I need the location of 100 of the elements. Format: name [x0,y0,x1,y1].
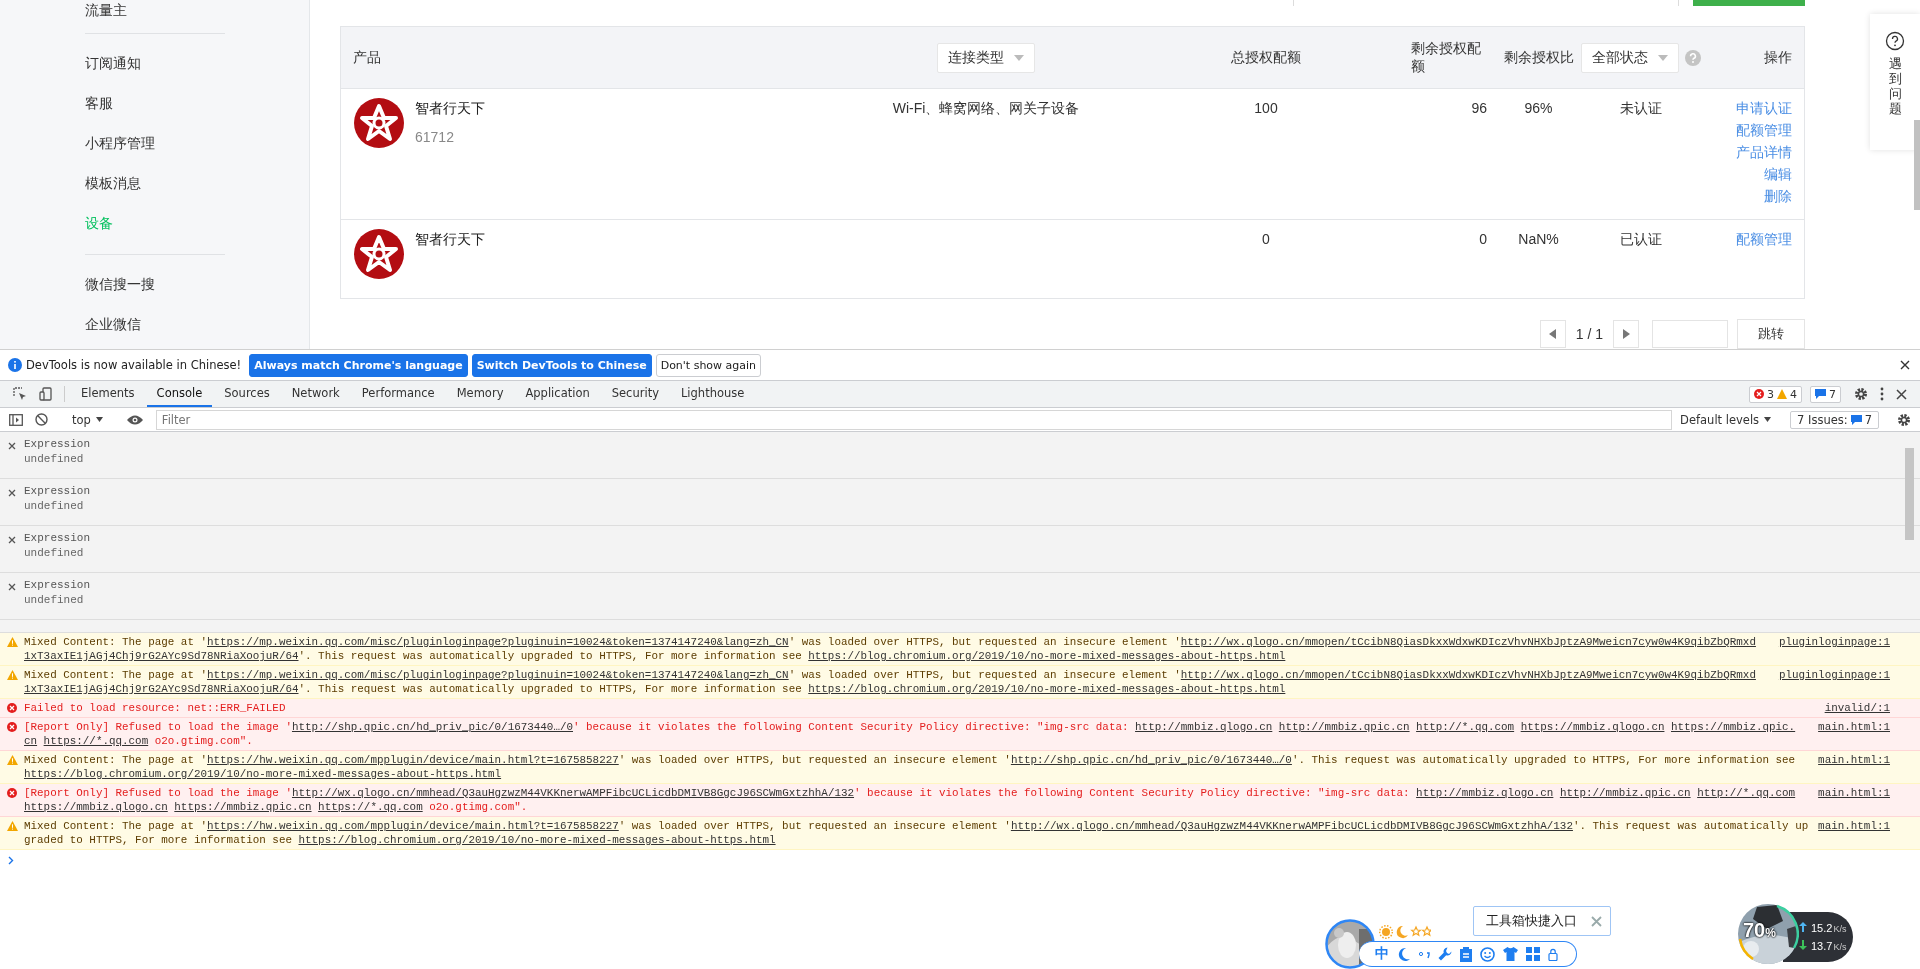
sidebar-toggle-icon[interactable] [9,413,23,426]
sidebar-item[interactable]: 微信搜一搜 [85,264,155,304]
source-link[interactable]: main.html:1 [1818,753,1890,767]
url-link[interactable]: https://blog.chromium.org/2019/10/no-more-mixed-messages-about-https.html [808,683,1286,695]
remove-icon[interactable] [8,536,16,544]
inspect-icon[interactable] [13,387,27,401]
action-link[interactable]: 编辑 [1764,163,1792,185]
prompt-chevron-icon[interactable] [8,856,14,865]
action-link[interactable]: 配额管理 [1736,119,1792,141]
url-link[interactable]: http://wx.qlogo.cn/mmhead/Q3auHgzwzM44VKKnerwAMPFibcUCLicdbDMIVB8GgcJ96SCWmGxtzhhA/132 [1010,820,1573,832]
message-counter[interactable]: 7 [1810,385,1841,403]
lock-icon[interactable] [1548,947,1558,961]
clear-console-icon[interactable] [35,413,48,426]
previous-page-button[interactable] [1539,320,1566,348]
url-link[interactable]: https://*.qq.com [43,735,149,747]
action-link[interactable]: 配额管理 [1736,228,1792,250]
next-page-button[interactable] [1613,320,1639,348]
url-link[interactable]: http://mmbiz.qlogo.cn [1416,787,1554,799]
url-link[interactable]: https://mmbiz.qlogo.cn [24,801,168,813]
infobar-button[interactable]: Switch DevTools to Chinese [471,353,652,377]
source-link[interactable]: invalid/:1 [1824,701,1890,715]
more-options-icon[interactable] [1880,387,1884,401]
remove-icon[interactable] [8,442,16,450]
url-link[interactable]: http://mmbiz.qpic.cn [1278,721,1410,733]
wrench-icon[interactable] [1438,947,1452,961]
url-link[interactable]: 1xT3axIE1jAGj4Chj9rG2AYc9Sd78NRiaXoojuR/64 [24,650,299,662]
expression-label[interactable]: Expression [24,485,90,497]
help-card[interactable]: 遇到问题 [1870,14,1920,150]
clipboard-icon[interactable] [1460,946,1472,962]
punctuation-icon[interactable] [1418,949,1430,959]
url-link[interactable]: https://mp.weixin.qq.com/misc/pluginloginpage?pluginuin=10024&token=1374147240&lang=zh_CN [207,636,789,648]
log-levels-dropdown[interactable]: Default levels [1674,412,1778,427]
url-link[interactable]: http://shp.qpic.cn/hd_priv_pic/0/1673440…/0 [1010,754,1292,766]
url-link[interactable]: https://blog.chromium.org/2019/10/no-more-mixed-messages-about-https.html [24,768,502,780]
source-link[interactable]: main.html:1 [1818,786,1890,800]
devtools-tab[interactable]: Performance [351,381,445,407]
sidebar-item[interactable]: 企业微信 [85,304,141,344]
sidebar-item[interactable]: 客服 [85,83,113,123]
jump-button[interactable]: 跳转 [1737,319,1805,349]
expression-label[interactable]: Expression [24,438,90,450]
source-link[interactable]: main.html:1 [1818,720,1890,734]
shirt-icon[interactable] [1503,947,1518,961]
url-link[interactable]: https://*.qq.com [318,801,423,813]
close-icon[interactable] [1900,360,1910,370]
page-number-field[interactable] [1652,320,1728,348]
infobar-button[interactable]: Always match Chrome's language [249,353,468,377]
settings-icon[interactable] [1854,387,1868,401]
scrollbar[interactable] [1905,448,1914,540]
url-link[interactable]: http://wx.qlogo.cn/mmhead/Q3auHgzwzM44VKKnerwAMPFibcUCLicdbDMIVB8GgcJ96SCWmGxtzhhA/132 [291,787,855,799]
input-mode-button[interactable]: 中 [1375,945,1389,963]
expression-label[interactable]: Expression [24,579,90,591]
url-link[interactable]: https://hw.weixin.qq.com/mpplugin/device/main.html?t=1675858227 [207,820,619,832]
action-link[interactable]: 申请认证 [1736,97,1792,119]
url-link[interactable]: https://blog.chromium.org/2019/10/no-more-mixed-messages-about-https.html [808,650,1286,662]
devtools-tab[interactable]: Lighthouse [670,381,755,407]
scrollbar[interactable] [1914,120,1920,210]
url-link[interactable]: http://mmbiz.qpic.cn [1559,787,1691,799]
context-dropdown[interactable]: top [66,412,109,427]
filter-field[interactable]: Filter [155,409,1673,430]
source-link[interactable]: main.html:1 [1818,819,1890,833]
remove-icon[interactable] [8,489,16,497]
url-link[interactable]: http://*.qq.com [1416,721,1515,733]
action-link[interactable]: 删除 [1764,185,1792,207]
devtools-tab[interactable]: Network [281,381,350,407]
url-link[interactable]: https://mp.weixin.qq.com/misc/pluginloginpage?pluginuin=10024&token=1374147240&lang=zh_CN [207,669,789,681]
devtools-tab[interactable]: Memory [446,381,514,407]
devtools-tab[interactable]: Application [515,381,600,407]
remove-icon[interactable] [8,583,16,591]
moon-icon[interactable] [1397,947,1410,961]
url-link[interactable]: https://blog.chromium.org/2019/10/no-more-mixed-messages-about-https.html [298,834,776,846]
url-link[interactable]: https://mmbiz.qpic. [1671,721,1796,733]
grid-icon[interactable] [1526,947,1540,961]
devtools-tab[interactable]: Elements [71,381,145,407]
column-filter-dropdown[interactable]: 全部状态 [1581,42,1679,73]
url-link[interactable]: https://mmbiz.qpic.cn [174,801,312,813]
settings-icon[interactable] [1897,412,1911,427]
url-link[interactable]: http://wx.qlogo.cn/mmopen/tCcibN8QiasDkxxWdxwKDIczVhvNHXbJptzA9Mweicn7cyw0w4K9qibZbQRmxd [1180,636,1756,648]
expression-label[interactable]: Expression [24,532,90,544]
smiley-icon[interactable] [1480,946,1495,962]
column-filter-dropdown[interactable]: 连接类型 [937,42,1035,73]
eye-icon[interactable] [126,414,143,425]
infobar-button[interactable]: Don't show again [655,353,762,377]
url-link[interactable]: http://mmbiz.qlogo.cn [1135,721,1273,733]
close-icon[interactable] [1896,388,1907,400]
url-link[interactable]: https://mmbiz.qlogo.cn [1520,721,1665,733]
url-link[interactable]: http://shp.qpic.cn/hd_priv_pic/0/1673440…/0 [291,721,573,733]
devtools-tab[interactable]: Sources [214,381,280,407]
sidebar-item[interactable]: 流量主 [85,0,127,22]
devtools-tab[interactable]: Security [601,381,669,407]
url-link[interactable]: cn [24,735,38,747]
devtools-tab[interactable]: Console [146,381,213,407]
sidebar-item[interactable]: 订阅通知 [85,43,141,83]
url-link[interactable]: https://hw.weixin.qq.com/mpplugin/device/main.html?t=1675858227 [207,754,619,766]
device-toolbar-icon[interactable] [39,387,53,401]
url-link[interactable]: http://*.qq.com [1697,787,1796,799]
issues-button[interactable]: 7 Issues: 7 [1790,410,1879,429]
action-link[interactable]: 产品详情 [1736,141,1792,163]
error-warning-counter[interactable]: 3 4 [1749,385,1802,403]
sidebar-item[interactable]: 模板消息 [85,163,141,203]
sidebar-item[interactable]: 小程序管理 [85,123,155,163]
